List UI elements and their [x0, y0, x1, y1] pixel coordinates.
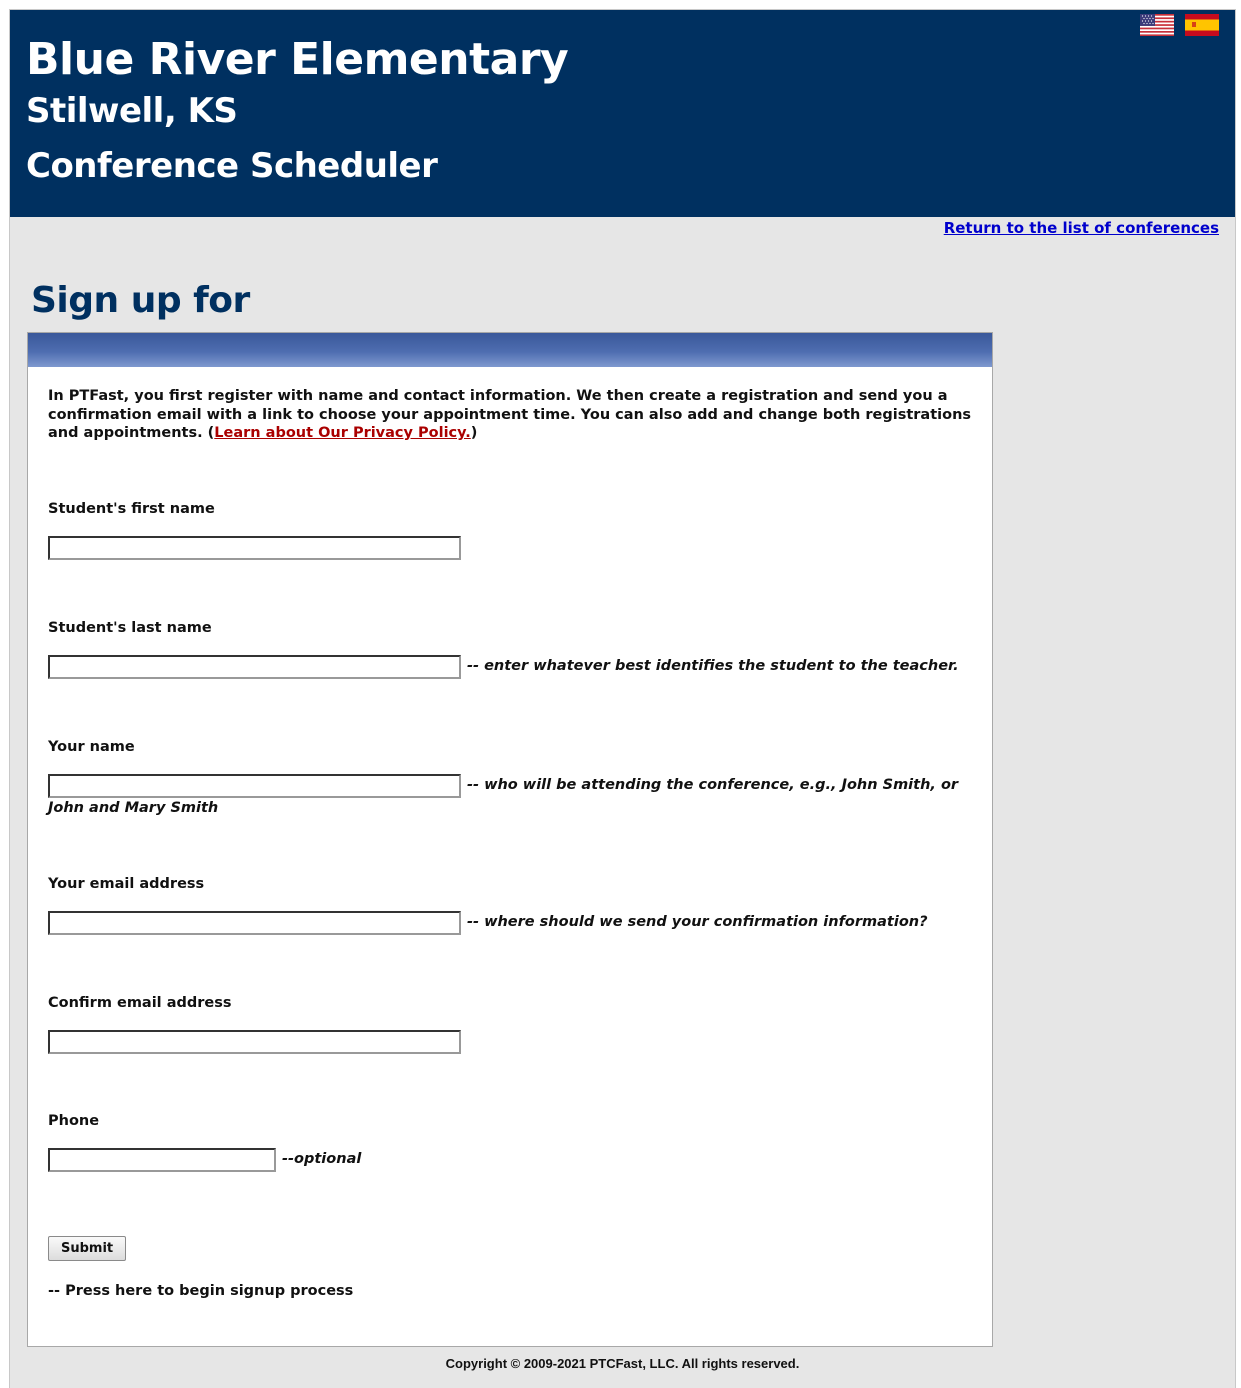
phone-hint: --optional — [282, 1151, 362, 1167]
signup-panel: In PTFast, you first register with name … — [27, 332, 993, 1347]
privacy-policy-link[interactable]: Learn about Our Privacy Policy. — [214, 425, 471, 441]
email-label: Your email address — [48, 876, 205, 892]
submit-hint: -- Press here to begin signup process — [48, 1283, 354, 1299]
first-name-label: Student's first name — [48, 501, 215, 517]
return-to-conferences-link[interactable]: Return to the list of conferences — [944, 219, 1219, 237]
app-name: Conference Scheduler — [26, 146, 438, 186]
intro-text: In PTFast, you first register with name … — [48, 387, 973, 443]
school-city: Stilwell, KS — [26, 91, 238, 131]
your-name-hint: -- who will be attending the conference,… — [48, 777, 959, 816]
intro-text-body: In PTFast, you first register with name … — [48, 388, 972, 441]
intro-text-end: ) — [470, 425, 478, 441]
phone-label: Phone — [48, 1113, 100, 1129]
submit-button[interactable]: Submit — [48, 1236, 127, 1261]
last-name-hint: -- enter whatever best identifies the st… — [467, 658, 959, 674]
confirm-email-label: Confirm email address — [48, 995, 232, 1011]
email-hint: -- where should we send your confirmatio… — [467, 914, 928, 930]
page-frame: Blue River Elementary Stilwell, KS Confe… — [9, 9, 1236, 1388]
first-name-input[interactable] — [48, 536, 461, 560]
us-flag-icon[interactable] — [1140, 14, 1174, 36]
last-name-label: Student's last name — [48, 620, 212, 636]
your-name-label: Your name — [48, 739, 135, 755]
site-header: Blue River Elementary Stilwell, KS Confe… — [10, 10, 1235, 217]
copyright-footer: Copyright © 2009-2021 PTCFast, LLC. All … — [445, 1356, 800, 1371]
spain-flag-icon[interactable] — [1185, 14, 1219, 36]
page-title: Sign up for — [31, 280, 250, 321]
school-name: Blue River Elementary — [26, 34, 569, 85]
panel-header-bar — [28, 333, 992, 367]
confirm-email-input[interactable] — [48, 1030, 461, 1054]
